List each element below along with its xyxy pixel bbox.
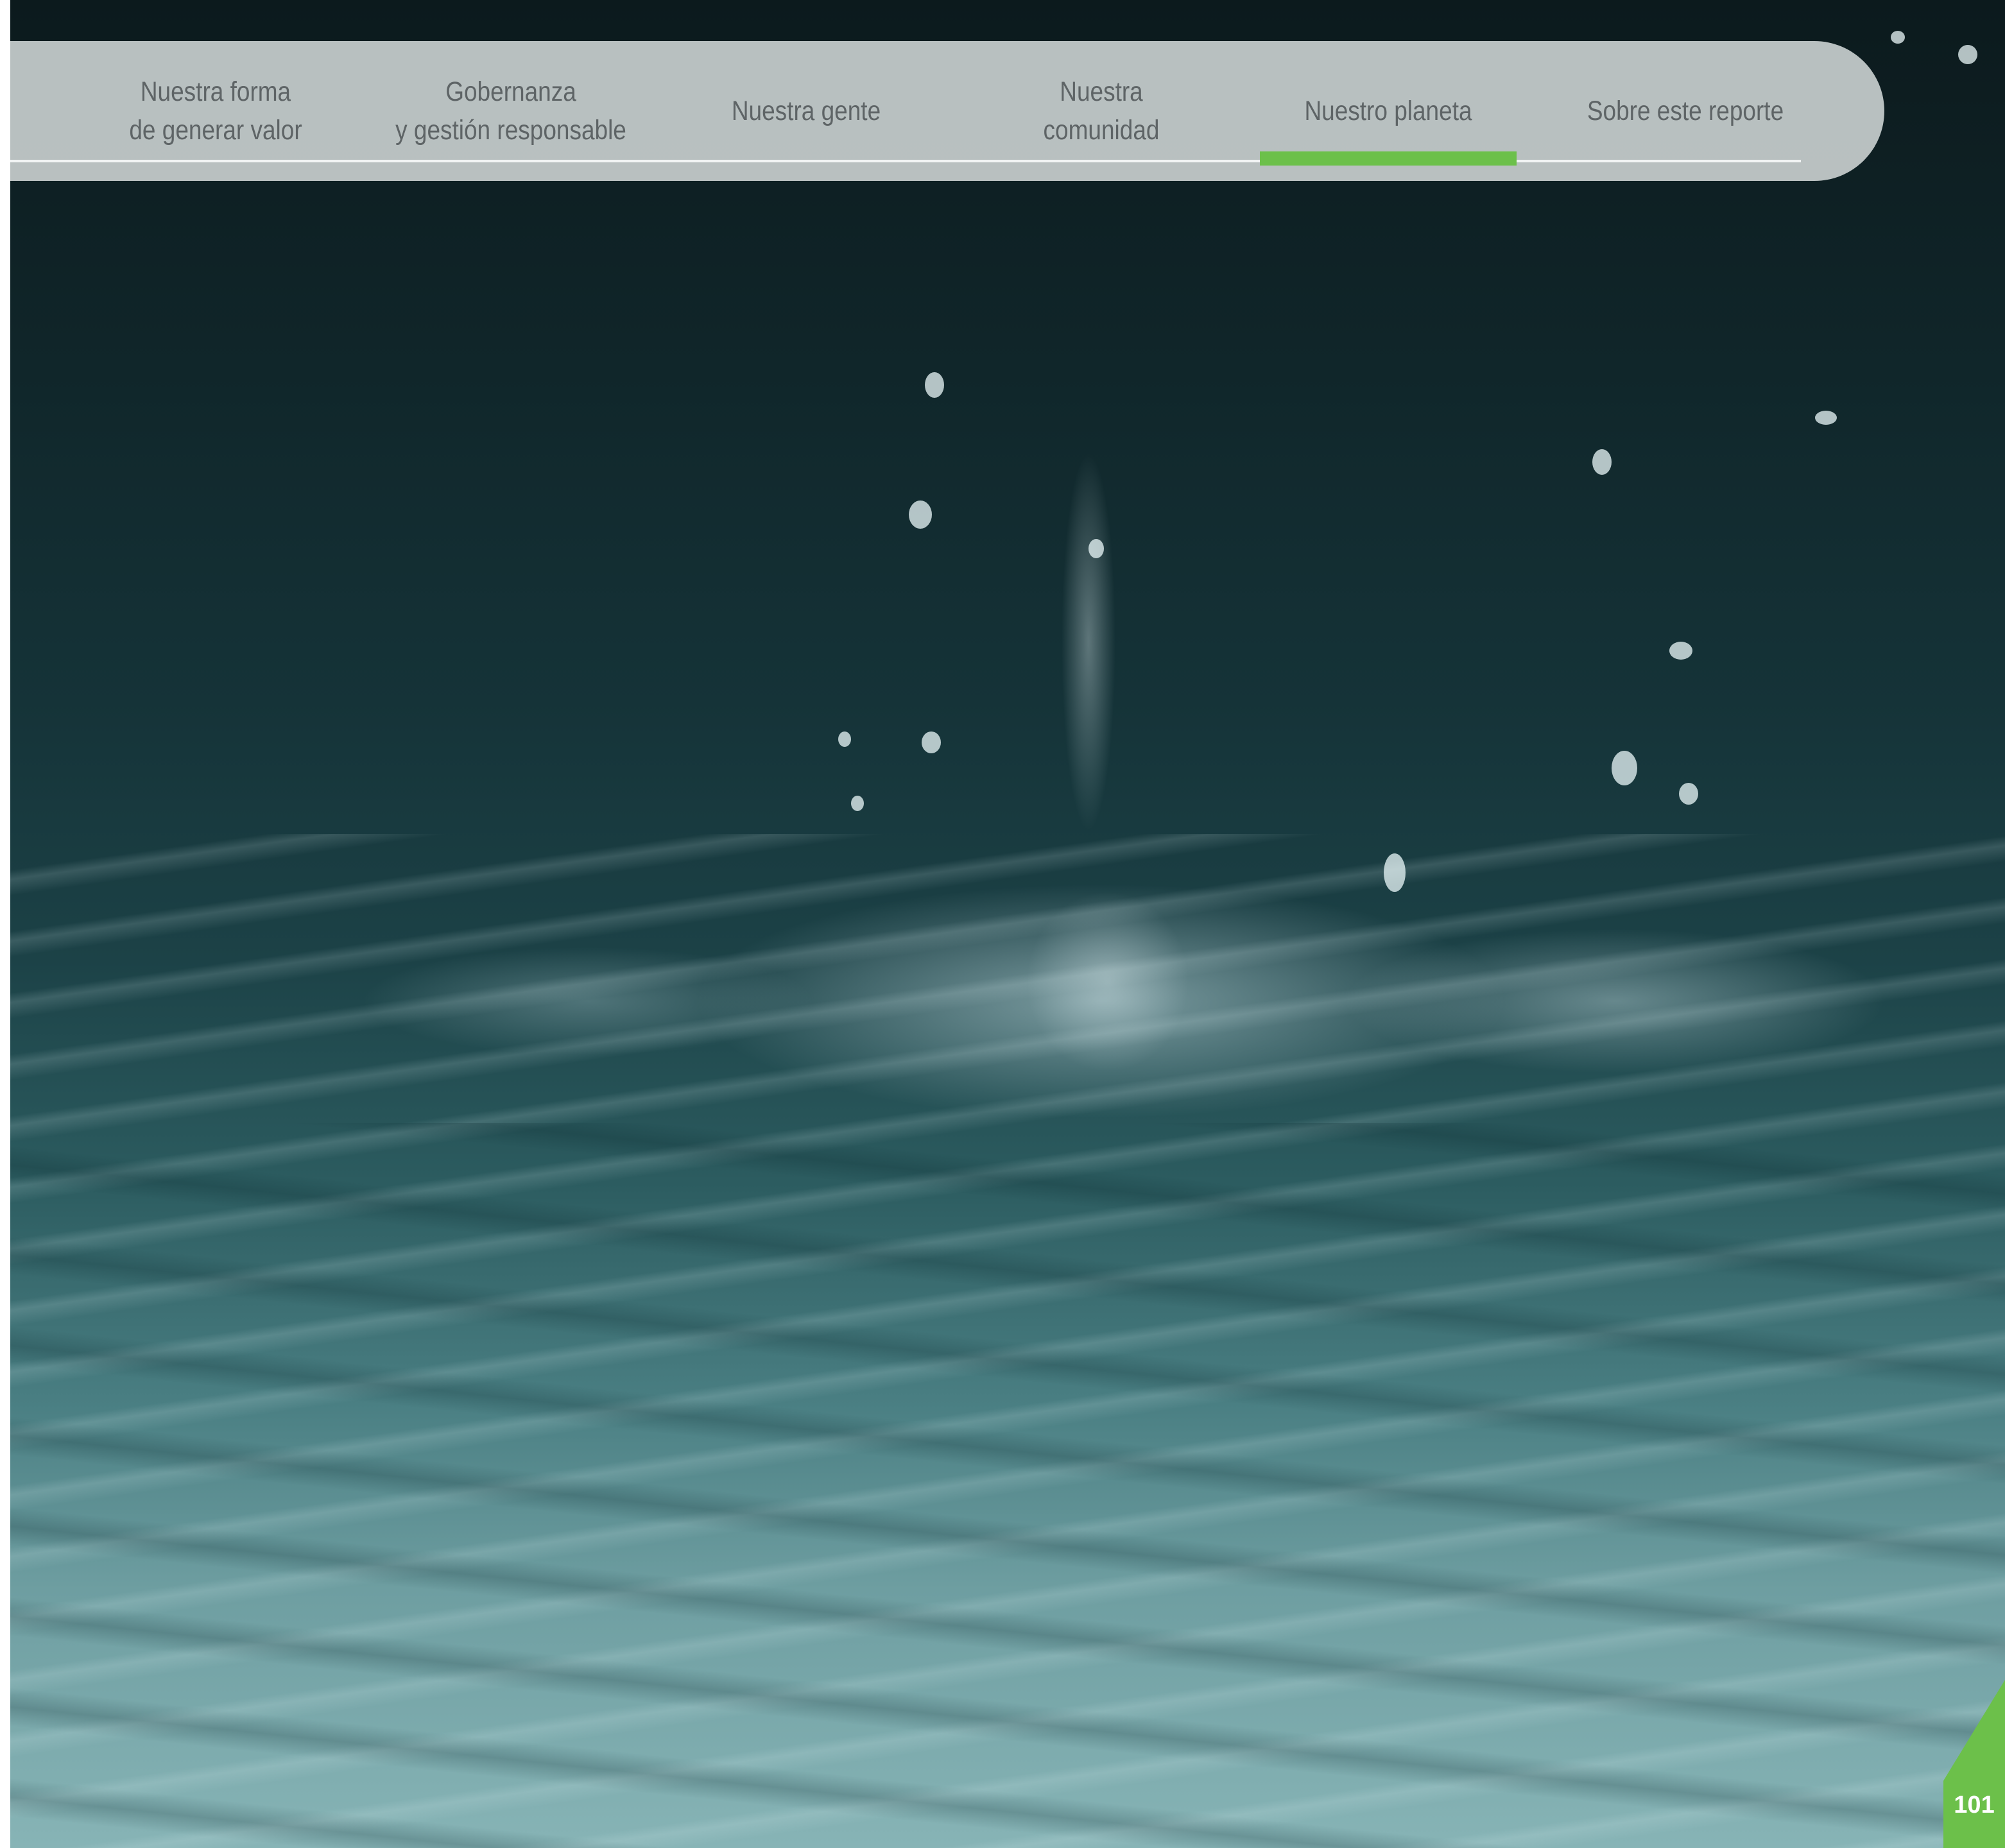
water-droplet bbox=[1592, 449, 1612, 475]
section-navigation: Nuestra forma de generar valor Gobernanz… bbox=[10, 41, 1884, 181]
water-droplet bbox=[1815, 411, 1837, 425]
page-margin bbox=[0, 0, 10, 1848]
water-splash-photo bbox=[10, 0, 2005, 1848]
water-splash bbox=[896, 180, 1255, 1078]
water-droplet bbox=[1891, 31, 1905, 44]
water-droplet bbox=[1669, 642, 1692, 660]
page-number: 101 bbox=[1954, 1792, 1995, 1818]
water-droplet bbox=[922, 732, 941, 753]
water-droplet bbox=[838, 732, 851, 747]
water-droplet bbox=[1679, 783, 1698, 805]
water-droplet bbox=[1958, 45, 1977, 64]
water-ripples-shadow bbox=[10, 1123, 2005, 1848]
nav-active-indicator bbox=[1260, 151, 1517, 166]
nav-divider-line bbox=[10, 160, 1801, 162]
water-droplet bbox=[925, 372, 944, 398]
water-droplet bbox=[1089, 539, 1104, 558]
water-droplet bbox=[1612, 751, 1637, 785]
water-droplet bbox=[851, 796, 864, 811]
water-droplet bbox=[909, 501, 932, 529]
water-droplet bbox=[1384, 853, 1406, 892]
